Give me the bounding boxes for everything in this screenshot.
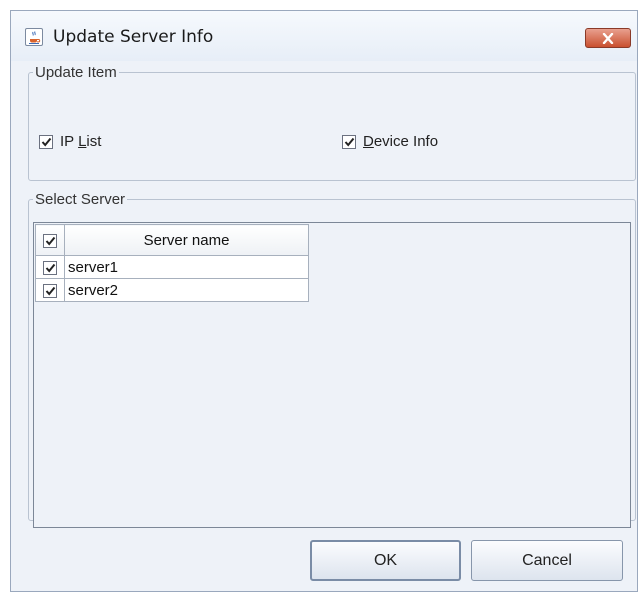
device-info-checkbox[interactable]: Device Info bbox=[342, 133, 438, 150]
checkmark-icon bbox=[45, 236, 56, 246]
server-table: Server name server1 server2 bbox=[35, 224, 309, 302]
server-name-column-header[interactable]: Server name bbox=[64, 224, 309, 256]
title-bar[interactable]: Update Server Info bbox=[11, 11, 637, 61]
row-check-cell[interactable] bbox=[35, 255, 65, 279]
ip-list-label: IP List bbox=[60, 133, 102, 150]
cancel-button[interactable]: Cancel bbox=[471, 540, 623, 581]
server-name-cell[interactable]: server1 bbox=[64, 255, 309, 279]
row-check-cell[interactable] bbox=[35, 278, 65, 302]
table-row[interactable]: server1 bbox=[35, 255, 309, 279]
checkmark-icon bbox=[344, 137, 355, 147]
select-server-legend: Select Server bbox=[35, 191, 126, 208]
window-title: Update Server Info bbox=[53, 27, 214, 47]
checkmark-icon bbox=[45, 286, 56, 296]
server-table-viewport[interactable]: Server name server1 server2 bbox=[33, 222, 631, 528]
table-header-row: Server name bbox=[35, 224, 309, 256]
server2-checkbox[interactable] bbox=[43, 283, 57, 298]
java-cup-icon bbox=[25, 28, 43, 46]
ip-list-check-box[interactable] bbox=[39, 134, 53, 149]
device-info-label: Device Info bbox=[363, 133, 439, 150]
server-name-cell[interactable]: server2 bbox=[64, 278, 309, 302]
select-all-checkbox[interactable] bbox=[43, 233, 57, 248]
table-row[interactable]: server2 bbox=[35, 278, 309, 302]
update-item-legend: Update Item bbox=[35, 64, 117, 81]
ok-button[interactable]: OK bbox=[310, 540, 461, 581]
checkmark-icon bbox=[41, 137, 52, 147]
close-button[interactable] bbox=[585, 28, 631, 48]
select-server-group: Select Server Server name server1 server… bbox=[28, 191, 636, 528]
checkmark-icon bbox=[45, 263, 56, 273]
select-all-header[interactable] bbox=[35, 224, 65, 256]
server1-checkbox[interactable] bbox=[43, 260, 57, 275]
update-server-info-dialog: Update Server Info Update Item IP List D… bbox=[10, 10, 638, 592]
update-item-group: Update Item IP List Device Info bbox=[28, 64, 636, 181]
ip-list-checkbox[interactable]: IP List bbox=[39, 133, 101, 150]
device-info-check-box[interactable] bbox=[342, 134, 356, 149]
close-icon bbox=[602, 33, 614, 44]
